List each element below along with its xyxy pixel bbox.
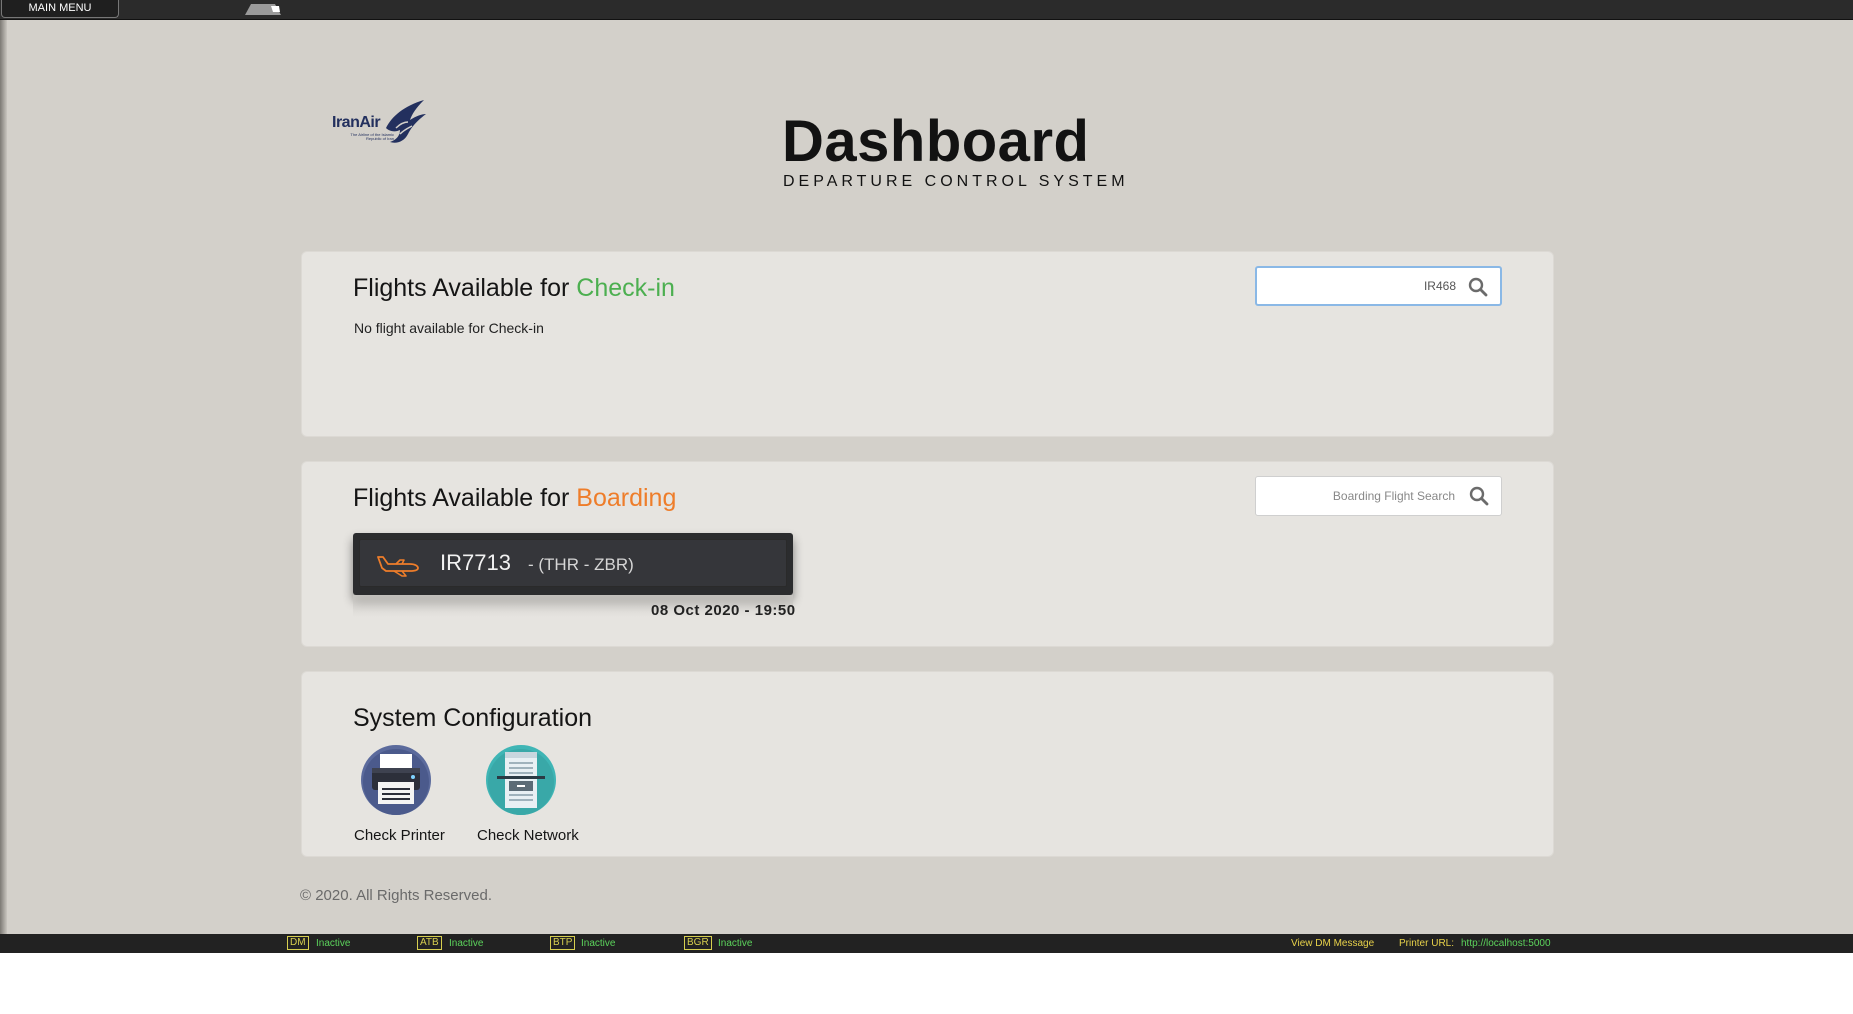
boarding-panel-title: Flights Available for Boarding [353,484,676,513]
status-key-dm: DM [287,936,309,950]
printer-icon [361,745,431,815]
copyright: © 2020. All Rights Reserved. [300,887,492,904]
status-value-bgr: Inactive [718,938,753,949]
boarding-search-input[interactable] [1256,477,1461,515]
checkin-panel: Flights Available for Check-in No flight… [301,251,1554,437]
status-value-atb: Inactive [449,938,484,949]
config-panel-title: System Configuration [353,704,593,732]
flight-datetime: 08 Oct 2020 - 19:50 [651,602,796,619]
iranair-logo: IranAir The Airline of the Islamic Repub… [330,98,430,146]
config-panel: System Configuration Check Printer Check… [301,671,1554,857]
view-dm-message-link[interactable]: View DM Message [1291,938,1374,949]
airplane-icon [377,556,419,577]
status-bar: DM Inactive ATB Inactive BTP Inactive BG… [0,934,1853,953]
top-bar: MAIN MENU [0,0,1853,20]
flight-route: - (THR - ZBR) [528,555,634,574]
check-printer-button[interactable]: Check Printer [354,744,464,844]
checkin-empty-message: No flight available for Check-in [354,320,544,336]
checkin-search-input[interactable] [1257,268,1462,304]
collapse-tab-icon[interactable] [243,2,283,16]
status-key-atb: ATB [417,936,442,950]
main-area: IranAir The Airline of the Islamic Repub… [0,20,1853,934]
status-value-dm: Inactive [316,938,351,949]
logo-text: IranAir [332,114,381,131]
homa-bird-icon [386,100,426,143]
printer-url-link[interactable]: http://localhost:5000 [1461,938,1551,949]
boarding-panel: Flights Available for Boarding IR7713 - [301,461,1554,647]
main-menu-button[interactable]: MAIN MENU [1,0,119,18]
check-network-label: Check Network [477,827,579,844]
status-key-bgr: BGR [684,936,712,950]
search-icon[interactable] [1468,277,1488,297]
boarding-title-accent: Boarding [576,484,677,512]
check-network-button[interactable]: Check Network [477,744,587,844]
boarding-search-box [1255,476,1502,516]
search-icon[interactable] [1469,486,1489,506]
page-title: Dashboard [782,109,1090,174]
checkin-panel-title: Flights Available for Check-in [353,274,675,303]
network-icon [486,745,556,815]
flight-card-body: IR7713 - (THR - ZBR) [359,539,787,587]
boarding-flight-card[interactable]: IR7713 - (THR - ZBR) [353,533,793,595]
app-root: MAIN MENU IranAir The Airline of the Isl… [0,0,1853,1014]
left-edge-shadow [0,20,7,934]
printer-url-label: Printer URL: [1399,938,1455,949]
boarding-title-prefix: Flights Available for [353,484,577,512]
page-subtitle: DEPARTURE CONTROL SYSTEM [783,173,1129,190]
status-value-btp: Inactive [581,938,616,949]
check-printer-label: Check Printer [354,827,445,844]
status-key-btp: BTP [550,936,576,950]
flight-number: IR7713 [440,550,511,575]
checkin-title-prefix: Flights Available for [353,274,577,302]
checkin-search-box [1255,266,1502,306]
checkin-title-accent: Check-in [576,274,675,302]
